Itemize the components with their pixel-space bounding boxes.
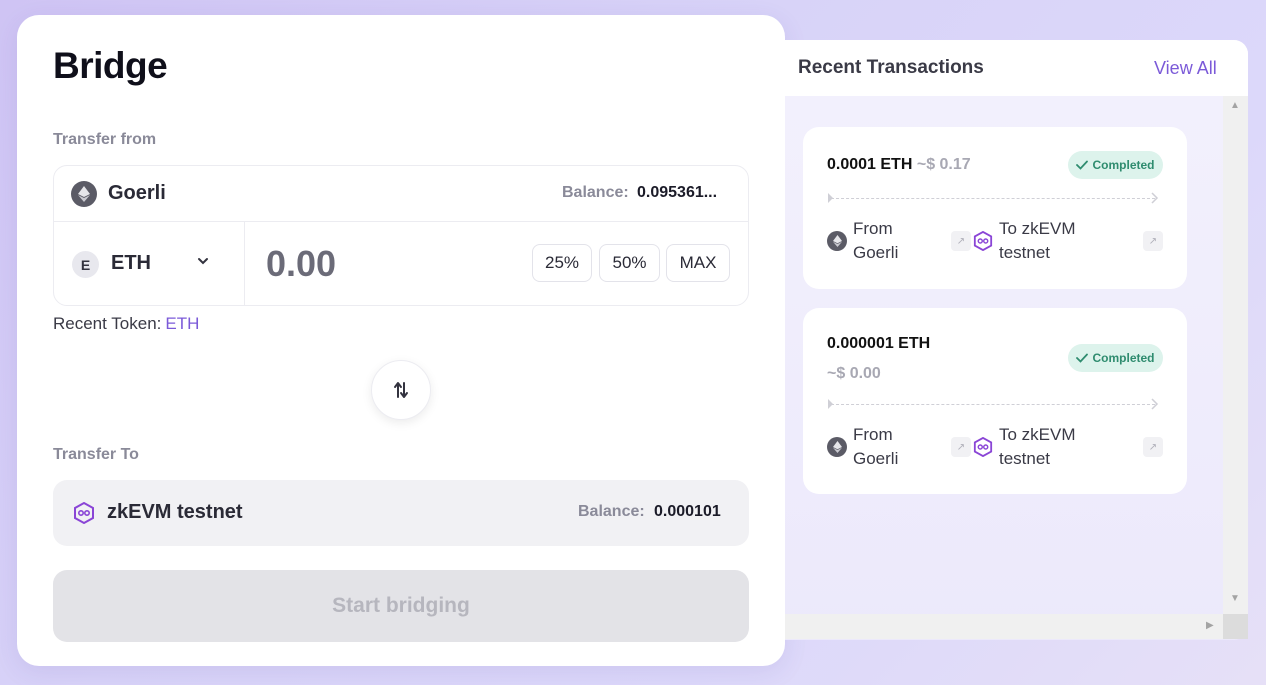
transfer-timeline	[827, 398, 1159, 410]
recent-transactions-header: Recent Transactions View All	[785, 40, 1248, 96]
from-balance-value: 0.095361...	[637, 184, 718, 201]
amount-input[interactable]: 0.00	[266, 243, 336, 285]
scroll-up-arrow[interactable]: ▲	[1230, 100, 1240, 111]
timeline-end-icon	[1151, 398, 1159, 410]
timeline-line	[831, 198, 1155, 199]
status-badge: Completed	[1068, 151, 1163, 179]
token-selector[interactable]: E ETH	[54, 222, 245, 306]
ethereum-icon	[827, 231, 847, 251]
from-network-row[interactable]: Goerli Balance: 0.095361...	[54, 166, 748, 222]
transfer-to-box: zkEVM testnet Balance: 0.000101	[53, 480, 749, 546]
recent-token-link[interactable]: ETH	[165, 314, 199, 333]
recent-transactions-panel: Recent Transactions View All 0.0001 ETH …	[785, 40, 1248, 640]
horizontal-scrollbar[interactable]: ▶	[785, 614, 1223, 639]
max-button[interactable]: MAX	[666, 244, 730, 282]
timeline-end-icon	[1151, 192, 1159, 204]
chevron-down-icon	[198, 258, 208, 265]
ethereum-icon	[827, 437, 847, 457]
token-name: ETH	[111, 252, 151, 274]
tx-from-network: From Goerli	[853, 425, 899, 468]
to-network-name: zkEVM testnet	[107, 501, 243, 523]
check-icon	[1076, 353, 1089, 363]
page-title: Bridge	[53, 45, 168, 86]
status-text: Completed	[1092, 351, 1155, 365]
ethereum-icon	[71, 181, 97, 207]
start-bridging-button[interactable]: Start bridging	[53, 570, 749, 642]
to-balance-label: Balance:	[578, 503, 645, 520]
scroll-right-arrow[interactable]: ▶	[1206, 620, 1214, 631]
swap-arrows-icon	[394, 382, 408, 398]
tx-to-network: To zkEVM testnet	[999, 425, 1076, 468]
transfer-timeline	[827, 192, 1159, 204]
token-badge: E	[72, 251, 99, 278]
external-link-icon[interactable]: ↗	[1143, 437, 1163, 457]
tx-from-network: From Goerli	[853, 219, 899, 262]
from-balance-label: Balance:	[562, 184, 629, 201]
recent-token-label: Recent Token:	[53, 314, 162, 333]
tx-amount: 0.0001 ETH ~$ 0.17	[827, 156, 971, 174]
vertical-scrollbar[interactable]: ▲ ▼	[1223, 96, 1248, 614]
external-link-icon[interactable]: ↗	[951, 437, 971, 457]
tx-to-network: To zkEVM testnet	[999, 219, 1076, 262]
tx-usd-value: ~$ 0.00	[827, 365, 881, 382]
status-text: Completed	[1092, 158, 1155, 172]
check-icon	[1076, 160, 1089, 170]
polygon-zkevm-icon	[74, 502, 94, 524]
external-link-icon[interactable]: ↗	[1143, 231, 1163, 251]
bridge-card: Bridge Transfer from Goerli Balance: 0.0…	[17, 15, 785, 666]
status-badge: Completed	[1068, 344, 1163, 372]
tx-usd-value: ~$ 0.17	[916, 156, 971, 173]
view-all-link[interactable]: View All	[1154, 58, 1217, 79]
from-network-name: Goerli	[108, 182, 166, 204]
pct-25-button[interactable]: 25%	[532, 244, 592, 282]
transfer-from-box: Goerli Balance: 0.095361... E ETH 0.00 2…	[53, 165, 749, 306]
tx-amount-value: 0.0001 ETH	[827, 156, 913, 173]
recent-token: Recent Token: ETH	[53, 314, 199, 334]
to-balance-value: 0.000101	[654, 503, 721, 520]
polygon-zkevm-icon	[973, 437, 993, 457]
transfer-to-label: Transfer To	[53, 446, 139, 463]
external-link-icon[interactable]: ↗	[951, 231, 971, 251]
timeline-line	[831, 404, 1155, 405]
scrollbar-corner	[1223, 614, 1248, 639]
transaction-card[interactable]: 0.000001 ETH ~$ 0.00 Completed From Goerl…	[803, 308, 1187, 494]
transaction-card[interactable]: 0.0001 ETH ~$ 0.17 Completed From Goerli …	[803, 127, 1187, 289]
tx-amount-value: 0.000001 ETH	[827, 335, 931, 352]
swap-direction-button[interactable]	[371, 360, 431, 420]
recent-transactions-title: Recent Transactions	[798, 57, 984, 78]
pct-50-button[interactable]: 50%	[599, 244, 660, 282]
transfer-from-label: Transfer from	[53, 131, 157, 148]
scroll-down-arrow[interactable]: ▼	[1230, 593, 1240, 604]
polygon-zkevm-icon	[973, 231, 993, 251]
